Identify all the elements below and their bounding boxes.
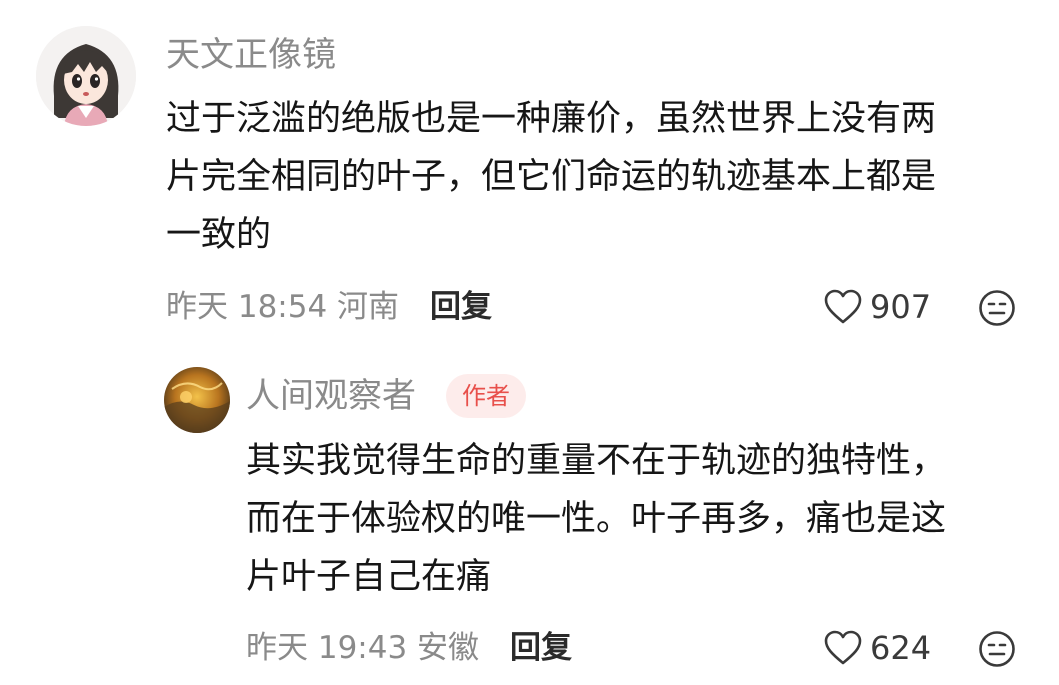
comment-line: 片完全相同的叶子，但它们命运的轨迹基本上都是 [166,157,937,197]
comment-line: 其实我觉得生命的重量不在于轨迹的独特性， [246,441,947,481]
username[interactable]: 人间观察者 [246,376,416,416]
comment-line: 一致的 [166,215,272,255]
like-button[interactable]: 624 [824,628,931,668]
heart-outline-icon [824,289,862,324]
like-count: 907 [870,288,932,326]
heart-outline-icon [824,630,862,665]
comment-line: 片叶子自己在痛 [246,557,492,597]
golden-landscape-avatar-icon [164,367,230,433]
comment-meta: 昨天 18:54 河南 [166,289,400,325]
emoji-reaction-icon [979,290,1015,326]
like-button[interactable]: 907 [824,287,931,327]
emoji-reaction-icon [979,631,1015,667]
emoji-reaction-button[interactable] [978,289,1016,327]
comment-meta: 昨天 19:43 安徽 [246,630,480,666]
comment-line: 而在于体验权的唯一性。叶子再多，痛也是这 [246,499,947,539]
comment-content: 过于泛滥的绝版也是一种廉价，虽然世界上没有两 片完全相同的叶子，但它们命运的轨迹… [166,90,936,264]
user-avatar[interactable] [164,367,230,433]
author-badge: 作者 [446,374,526,418]
comment-line: 过于泛滥的绝版也是一种廉价，虽然世界上没有两 [166,99,937,139]
reply-button[interactable]: 回复 [510,628,572,668]
user-avatar[interactable] [36,26,136,126]
emoji-reaction-button[interactable] [978,630,1016,668]
reply-button[interactable]: 回复 [430,287,492,327]
like-count: 624 [870,629,932,667]
username[interactable]: 天文正像镜 [166,35,336,75]
comment-content: 其实我觉得生命的重量不在于轨迹的独特性， 而在于体验权的唯一性。叶子再多，痛也是… [246,432,946,606]
anime-girl-avatar-icon [36,26,136,126]
